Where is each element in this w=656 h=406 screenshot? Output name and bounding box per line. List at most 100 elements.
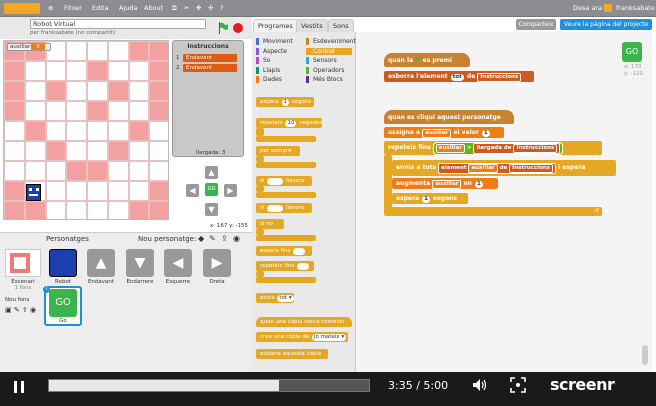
category-esdeveniments[interactable]: Esdeveniments — [306, 38, 359, 45]
info-icon[interactable]: i — [43, 286, 50, 293]
stage-grid-cell — [149, 41, 168, 61]
value-input[interactable]: 1 — [475, 181, 483, 188]
palette-delete-clone-block[interactable]: esborra aquesta còpia — [256, 349, 328, 359]
palette-if-block[interactable]: si llavors — [256, 176, 312, 186]
scratch-logo[interactable] — [4, 3, 40, 14]
camera-icon[interactable]: ◉ — [233, 234, 240, 243]
when-flag-clicked-block[interactable]: quan la ⚑ es premi — [384, 53, 470, 67]
wait-block[interactable]: espera 1 segons — [392, 193, 468, 204]
palette-wait-until-block[interactable]: espera fins — [256, 246, 312, 256]
palette-else-label[interactable]: si no — [256, 219, 284, 229]
choose-sprite-icon[interactable]: ◆ — [198, 234, 204, 243]
tab-sounds[interactable]: Sons — [328, 19, 354, 32]
arrow-up-button[interactable]: ▲ — [205, 166, 218, 179]
change-variable-block[interactable]: augmenta auxiliar en 1 — [392, 178, 498, 189]
sprites-header: Personatges — [46, 235, 89, 243]
go-button[interactable]: GO — [205, 183, 218, 196]
stage-grid-cell — [128, 141, 150, 161]
palette-if-else-block[interactable]: si llavors — [256, 203, 312, 213]
stage-grid-cell — [87, 41, 108, 61]
sprite-robot-thumb[interactable] — [49, 249, 77, 277]
grow-icon[interactable]: ✥ — [196, 4, 201, 12]
delete-list-item-block[interactable]: esborra l'element tot de Instruccions — [384, 71, 534, 82]
paint-sprite-icon[interactable]: ✎ — [209, 234, 216, 243]
category-més-blocs[interactable]: Més Blocs — [306, 76, 343, 83]
share-button[interactable]: Comparteix — [516, 19, 556, 30]
sprite-left-thumb[interactable]: ◀ — [164, 249, 192, 277]
globe-icon[interactable]: ⊕ — [48, 4, 53, 12]
variable-monitor-label: auxiliar — [10, 44, 31, 50]
volume-icon[interactable] — [472, 378, 488, 392]
palette-repeat-until-arm-foot — [256, 277, 316, 283]
value-input[interactable]: 1 — [481, 130, 490, 137]
palette-wait-block[interactable]: espera 1 segons — [256, 97, 314, 107]
category-operadors[interactable]: Operadors — [306, 66, 344, 74]
save-now-link[interactable]: Desa ara — [573, 4, 602, 12]
backdrop-tools-icon[interactable]: ▣ ✎ ⇪ ◉ — [5, 306, 36, 314]
list-monitor[interactable]: Instruccions 1 Endavant 2 Endavant — [172, 40, 244, 157]
stage-grid-cell — [4, 161, 25, 181]
palette-forever-block[interactable]: per sempre — [256, 146, 300, 156]
palette-repeat-block[interactable]: repeteix 10 vegades — [256, 118, 322, 128]
arrow-left-button[interactable]: ◀ — [186, 184, 199, 197]
arrow-right-button[interactable]: ▶ — [224, 184, 237, 197]
variable-dropdown[interactable]: auxiliar — [422, 129, 452, 138]
category-so[interactable]: So — [256, 57, 270, 64]
stage-thumbnail[interactable] — [5, 249, 41, 277]
list-dropdown[interactable]: Instruccions — [477, 73, 522, 82]
help-icon[interactable]: ? — [220, 4, 223, 12]
sprite-x: x: 170 — [624, 64, 642, 70]
tab-costumes[interactable]: Vestits — [296, 19, 328, 32]
menu-file[interactable]: Fitxer — [64, 4, 82, 12]
stage-grid-cell — [107, 161, 129, 181]
block-text: espera — [396, 195, 420, 202]
category-control[interactable]: Control — [306, 47, 352, 55]
palette-repeat-until-block[interactable]: repeteix fins — [256, 261, 314, 271]
greater-than-operator[interactable]: auxiliar > llargada de Instruccions — [432, 142, 564, 155]
palette-clone-start-block[interactable]: quan una còpia meva comenci — [256, 317, 352, 327]
view-project-page-button[interactable]: Veure la pàgina del projecte — [560, 19, 652, 30]
list-item[interactable]: Endavant — [183, 64, 237, 72]
broadcast-and-wait-block[interactable]: envia a tots element auxiliar de Instruc… — [392, 160, 616, 176]
value-input[interactable]: 1 — [422, 196, 430, 203]
palette-stop-block[interactable]: atura tot ▾ — [256, 293, 294, 303]
sprite-go-thumb[interactable]: GO — [49, 289, 77, 317]
list-dropdown[interactable]: Instruccions — [513, 144, 558, 153]
tab-scripts[interactable]: Programes — [253, 19, 298, 32]
list-item[interactable]: Endavant — [183, 54, 237, 62]
when-sprite-clicked-block[interactable]: quan es cliqui aquest personatge — [384, 110, 514, 124]
robot-sprite[interactable] — [26, 184, 41, 201]
variable-dropdown[interactable]: auxiliar — [432, 180, 462, 189]
scripts-scrollbar[interactable] — [642, 345, 648, 365]
cut-icon[interactable]: ✂ — [184, 4, 189, 12]
green-flag-icon[interactable] — [218, 22, 228, 34]
pause-icon[interactable] — [12, 380, 26, 394]
arrow-down-button[interactable]: ▼ — [205, 203, 218, 216]
menu-help[interactable]: Ajuda — [119, 4, 137, 12]
user-folder-icon[interactable] — [604, 4, 612, 12]
upload-sprite-icon[interactable]: ⇪ — [221, 234, 228, 243]
category-moviment[interactable]: Moviment — [256, 38, 293, 45]
stage-grid-cell — [24, 121, 46, 141]
username[interactable]: franksabate — [616, 4, 655, 12]
menu-edit[interactable]: Edita — [92, 4, 109, 12]
sprite-right-thumb[interactable]: ▶ — [203, 249, 231, 277]
fullscreen-icon[interactable] — [510, 377, 526, 393]
sprite-backward-thumb[interactable]: ▼ — [126, 249, 154, 277]
category-dades[interactable]: Dades — [256, 76, 282, 83]
category-sensors[interactable]: Sensors — [306, 57, 337, 64]
list-dropdown[interactable]: Instruccions — [509, 164, 554, 173]
category-llapis[interactable]: Llapis — [256, 66, 280, 74]
stop-icon[interactable] — [233, 23, 243, 33]
shrink-icon[interactable]: ✣ — [208, 4, 213, 12]
category-aspecte[interactable]: Aspecte — [256, 47, 287, 55]
set-variable-block[interactable]: assigna a auxiliar el valor 1 — [384, 127, 504, 138]
duplicate-icon[interactable]: ⧉ — [172, 4, 177, 13]
project-title-input[interactable]: Robot Virtual — [30, 19, 206, 29]
delete-option-dropdown[interactable]: tot — [450, 74, 464, 81]
sprite-forward-thumb[interactable]: ▲ — [87, 249, 115, 277]
block-text: en — [463, 180, 472, 187]
palette-create-clone-block[interactable]: crea una còpia de jo mateix ▾ — [256, 332, 348, 342]
menu-about[interactable]: About — [144, 4, 163, 12]
block-text: repeteix fins — [388, 144, 431, 151]
